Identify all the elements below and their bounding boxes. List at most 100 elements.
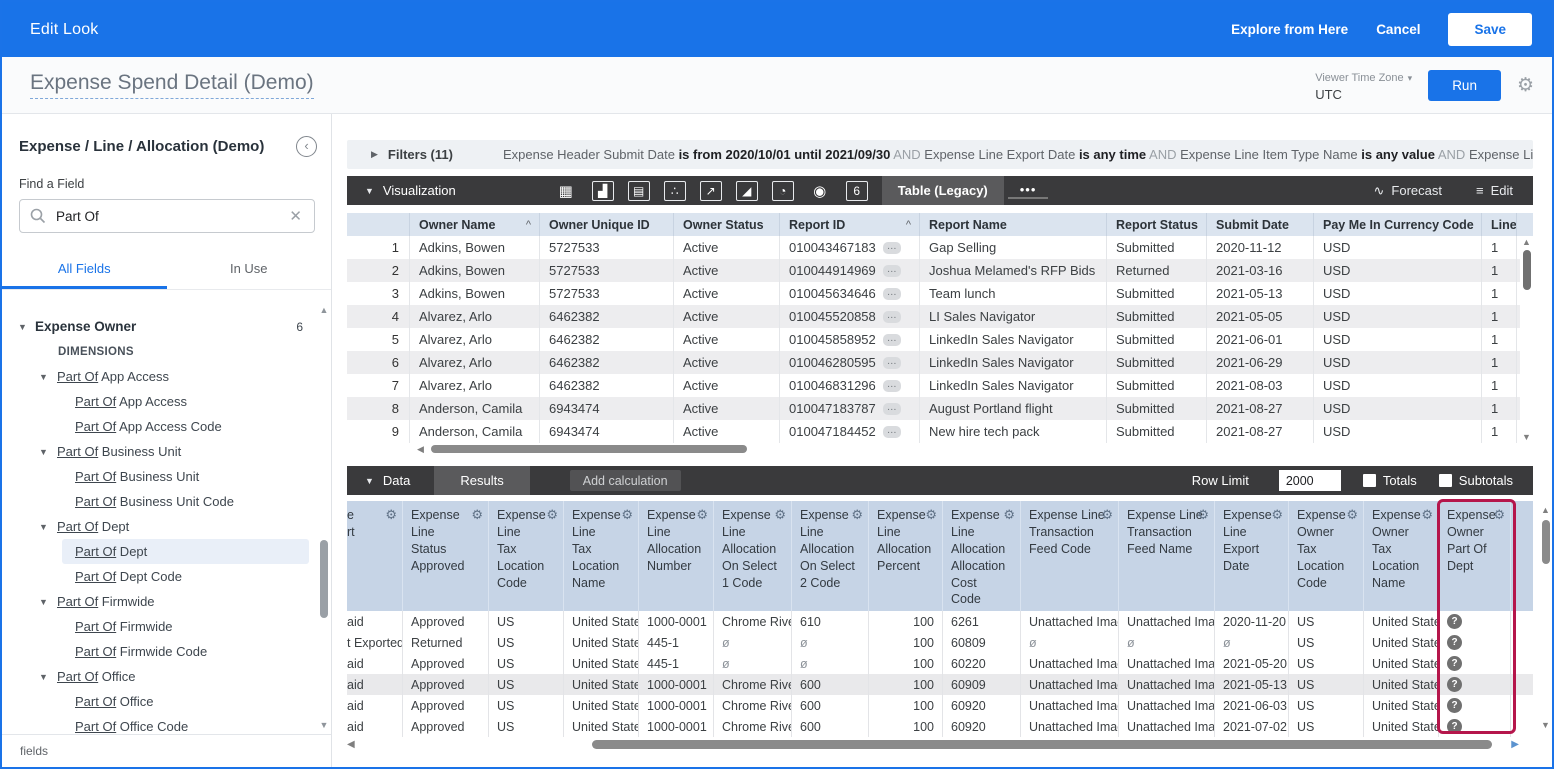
tree-field-item[interactable]: Part Of Firmwide Code (62, 639, 309, 664)
table-cell[interactable]: USD (1314, 420, 1482, 443)
table-cell[interactable]: 1 (1482, 374, 1517, 397)
table-cell[interactable]: 100 (869, 611, 943, 632)
gear-icon[interactable]: ⚙ (471, 506, 483, 524)
table-cell[interactable]: ? (1439, 611, 1511, 632)
table-cell[interactable]: United States (1364, 674, 1439, 695)
table-cell[interactable]: Active (674, 259, 780, 282)
table-cell[interactable]: 5727533 (540, 282, 674, 305)
column-header-report-status[interactable]: Report Status (1107, 213, 1207, 236)
table-cell[interactable]: t Exported (347, 632, 403, 653)
table-cell[interactable]: 1 (1482, 259, 1517, 282)
table-cell[interactable]: Unattached Image (1119, 716, 1215, 737)
scrollbar-thumb[interactable] (320, 540, 328, 618)
report-id-more-icon[interactable]: … (883, 265, 901, 277)
table-cell[interactable]: 6943474 (540, 397, 674, 420)
tree-field-item[interactable]: ▼Part Of Firmwide (2, 589, 317, 614)
chevron-down-icon[interactable]: ▼ (39, 372, 49, 382)
sort-ascending-icon[interactable]: ^ (526, 219, 531, 231)
table-cell[interactable]: 100 (869, 674, 943, 695)
table-cell[interactable]: Unattached Image (1021, 716, 1119, 737)
filters-count-label[interactable]: Filters (11) (388, 147, 453, 162)
scatter-chart-icon[interactable]: ∴ (664, 181, 686, 201)
column-header-expense-owner-tax-location-name[interactable]: ⚙ExpenseOwnerTaxLocationName (1364, 501, 1439, 611)
table-cell[interactable]: 010046831296… (780, 374, 920, 397)
column-header-expense-line-allocation-on-select-2-code[interactable]: ⚙ExpenseLineAllocationOn Select2 Code (792, 501, 869, 611)
scroll-down-icon[interactable]: ▼ (1539, 720, 1552, 730)
table-cell[interactable]: United States (564, 632, 639, 653)
column-header-expense-line-export-date[interactable]: ⚙ExpenseLineExportDate (1215, 501, 1289, 611)
table-cell[interactable]: Active (674, 397, 780, 420)
table-cell[interactable]: Chrome River (714, 611, 792, 632)
scroll-left-icon[interactable]: ◀ (347, 739, 355, 750)
filters-bar[interactable]: ▶ Filters (11) Expense Header Submit Dat… (347, 140, 1533, 169)
table-cell[interactable]: 1 (1482, 397, 1517, 420)
table-cell[interactable]: USD (1314, 351, 1482, 374)
expand-filters-icon[interactable]: ▶ (371, 149, 378, 160)
table-cell[interactable]: 60809 (943, 632, 1021, 653)
forecast-button[interactable]: ∿Forecast (1374, 183, 1442, 199)
table-cell[interactable]: Submitted (1107, 374, 1207, 397)
table-cell[interactable]: USD (1314, 236, 1482, 259)
tree-field-item[interactable]: Part Of Office Code (62, 714, 309, 734)
table-cell[interactable]: Approved (403, 611, 489, 632)
table-cell[interactable]: LI Sales Navigator (920, 305, 1107, 328)
table-cell[interactable]: United States (1364, 653, 1439, 674)
scroll-left-icon[interactable]: ◀ (417, 444, 424, 455)
gear-icon[interactable]: ⚙ (546, 506, 558, 524)
tree-field-item[interactable]: Part Of Office (62, 689, 309, 714)
viewer-time-zone[interactable]: Viewer Time Zone▾ UTC (1315, 67, 1412, 103)
gear-icon[interactable]: ⚙ (696, 506, 708, 524)
report-id-more-icon[interactable]: … (883, 311, 901, 323)
table-cell[interactable]: 2021-08-27 (1207, 420, 1314, 443)
table-cell[interactable]: Unattached Image (1119, 653, 1215, 674)
table-cell[interactable]: ø (714, 653, 792, 674)
collapse-visualization-icon[interactable]: ▼ (365, 186, 374, 196)
gear-icon[interactable]: ⚙ (385, 506, 397, 524)
table-cell[interactable]: 60920 (943, 716, 1021, 737)
detail-vertical-scrollbar[interactable]: ▲ ▼ (1539, 504, 1552, 731)
table-cell[interactable]: Alvarez, Arlo (410, 328, 540, 351)
table-cell[interactable]: Alvarez, Arlo (410, 374, 540, 397)
report-id-more-icon[interactable]: … (883, 357, 901, 369)
table-cell[interactable]: 1000-0001 (639, 716, 714, 737)
table-cell[interactable]: 2021-05-13 (1207, 282, 1314, 305)
chevron-down-icon[interactable]: ▼ (39, 447, 49, 457)
table-cell[interactable]: 60920 (943, 695, 1021, 716)
table-cell[interactable]: Submitted (1107, 236, 1207, 259)
scroll-up-icon[interactable]: ▲ (1520, 237, 1533, 247)
column-header-expense-line-transaction-feed-name[interactable]: ⚙Expense LineTransactionFeed Name (1119, 501, 1215, 611)
cancel-link[interactable]: Cancel (1376, 22, 1420, 37)
table-cell[interactable]: 5727533 (540, 236, 674, 259)
collapse-data-icon[interactable]: ▼ (365, 476, 374, 486)
table-cell[interactable]: US (489, 611, 564, 632)
table-cell[interactable]: United States (1364, 716, 1439, 737)
table-cell[interactable]: USD (1314, 374, 1482, 397)
table-cell[interactable]: 6462382 (540, 351, 674, 374)
table-cell[interactable]: 2020-11-12 (1207, 236, 1314, 259)
chevron-down-icon[interactable]: ▼ (39, 597, 49, 607)
table-cell[interactable]: United States (564, 695, 639, 716)
column-header-expense-owner-tax-location-code[interactable]: ⚙ExpenseOwnerTaxLocationCode (1289, 501, 1364, 611)
explore-from-here-link[interactable]: Explore from Here (1231, 22, 1348, 37)
table-cell[interactable]: LinkedIn Sales Navigator (920, 351, 1107, 374)
table-cell[interactable]: Returned (403, 632, 489, 653)
table-cell[interactable]: Active (674, 374, 780, 397)
column-header-expense-line-transaction-feed-code[interactable]: ⚙Expense LineTransactionFeed Code (1021, 501, 1119, 611)
help-icon[interactable]: ? (1447, 677, 1462, 692)
scroll-right-icon[interactable]: ▶ (1511, 739, 1519, 750)
chevron-down-icon[interactable]: ▼ (39, 672, 49, 682)
table-cell[interactable]: 600 (792, 674, 869, 695)
report-id-more-icon[interactable]: … (883, 334, 901, 346)
table-cell[interactable]: Unattached Image (1021, 695, 1119, 716)
table-cell[interactable]: ø (1215, 632, 1289, 653)
table-cell[interactable]: Approved (403, 716, 489, 737)
scrollbar-thumb[interactable] (1523, 250, 1531, 290)
table-cell[interactable]: US (489, 632, 564, 653)
table-cell[interactable]: US (489, 653, 564, 674)
table-cell[interactable]: ø (792, 632, 869, 653)
table-cell[interactable]: Submitted (1107, 351, 1207, 374)
column-header-expense-line-tax-location-name[interactable]: ⚙ExpenseLineTaxLocationName (564, 501, 639, 611)
row-limit-input[interactable] (1279, 470, 1341, 491)
results-vertical-scrollbar[interactable]: ▲ ▼ (1520, 236, 1533, 443)
report-id-more-icon[interactable]: … (883, 288, 901, 300)
